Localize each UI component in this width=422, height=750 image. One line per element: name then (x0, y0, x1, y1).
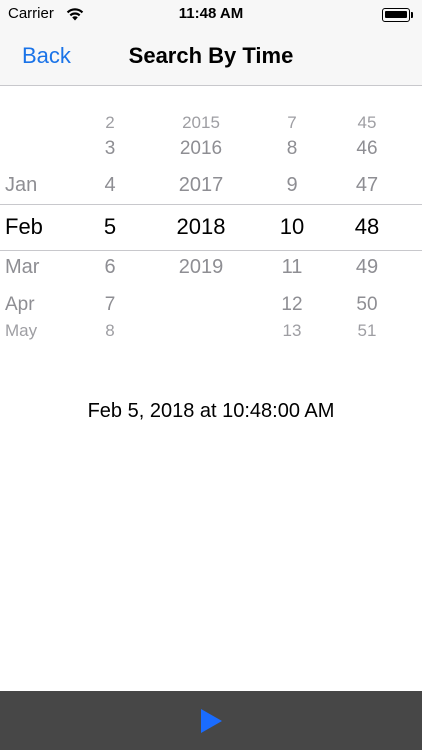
picker-item-minute[interactable]: 49 (330, 256, 404, 279)
picker-column-day[interactable]: 2 3 4 5 6 7 8 (75, 104, 145, 344)
picker-item-year[interactable]: 2019 (160, 256, 242, 279)
picker-item-month[interactable]: Jan (0, 174, 70, 197)
picker-item-year[interactable]: 2015 (160, 113, 242, 133)
picker-item-minute[interactable]: 48 (330, 214, 404, 240)
picker-item-day[interactable]: 7 (75, 294, 145, 316)
selected-datetime-label: Feb 5, 2018 at 10:48:00 AM (87, 400, 335, 422)
picker-item-hour[interactable]: 8 (255, 138, 329, 160)
status-time: 11:48 AM (178, 5, 244, 22)
picker-item-year[interactable]: 2017 (160, 174, 242, 197)
picker-item-hour[interactable]: 11 (255, 256, 329, 279)
picker-item-hour[interactable]: 7 (255, 113, 329, 133)
picker-column-hour[interactable]: 7 8 9 10 11 12 13 (255, 104, 329, 344)
picker-item-minute[interactable]: 50 (330, 294, 404, 316)
picker-item-year[interactable]: 2016 (160, 138, 242, 160)
picker-item-hour[interactable]: 12 (255, 294, 329, 316)
date-time-picker[interactable]: Jan Feb Mar Apr May 2 3 4 5 6 7 8 2015 2016 2017 2018 20… (0, 104, 422, 344)
picker-item-hour[interactable]: 10 (255, 214, 329, 240)
page-title: Search By Time (128, 43, 294, 68)
bottom-toolbar (0, 691, 422, 750)
picker-item-day[interactable]: 4 (75, 174, 145, 197)
picker-item-minute[interactable]: 51 (330, 321, 404, 341)
picker-item-day[interactable]: 5 (75, 214, 145, 240)
picker-item-month[interactable]: Apr (0, 294, 70, 316)
picker-column-month[interactable]: Jan Feb Mar Apr May (0, 104, 70, 344)
battery-icon (382, 8, 414, 22)
picker-item-month[interactable]: Mar (0, 256, 70, 279)
picker-column-year[interactable]: 2015 2016 2017 2018 2019 (160, 104, 242, 344)
picker-item-month[interactable]: Feb (0, 214, 70, 240)
picker-item-minute[interactable]: 45 (330, 113, 404, 133)
picker-item-minute[interactable]: 46 (330, 138, 404, 160)
picker-item-day[interactable]: 8 (75, 321, 145, 341)
picker-item-day[interactable]: 3 (75, 138, 145, 160)
play-icon[interactable] (197, 707, 225, 735)
picker-item-month[interactable]: May (0, 321, 70, 341)
picker-item-day[interactable]: 2 (75, 113, 145, 133)
picker-item-minute[interactable]: 47 (330, 174, 404, 197)
picker-column-minute[interactable]: 45 46 47 48 49 50 51 (330, 104, 404, 344)
picker-item-day[interactable]: 6 (75, 256, 145, 279)
picker-item-hour[interactable]: 9 (255, 174, 329, 197)
picker-item-year[interactable]: 2018 (160, 214, 242, 240)
status-bar: Carrier 11:48 AM (0, 0, 422, 30)
navigation-bar: Back Search By Time (0, 30, 422, 86)
picker-item-hour[interactable]: 13 (255, 321, 329, 341)
